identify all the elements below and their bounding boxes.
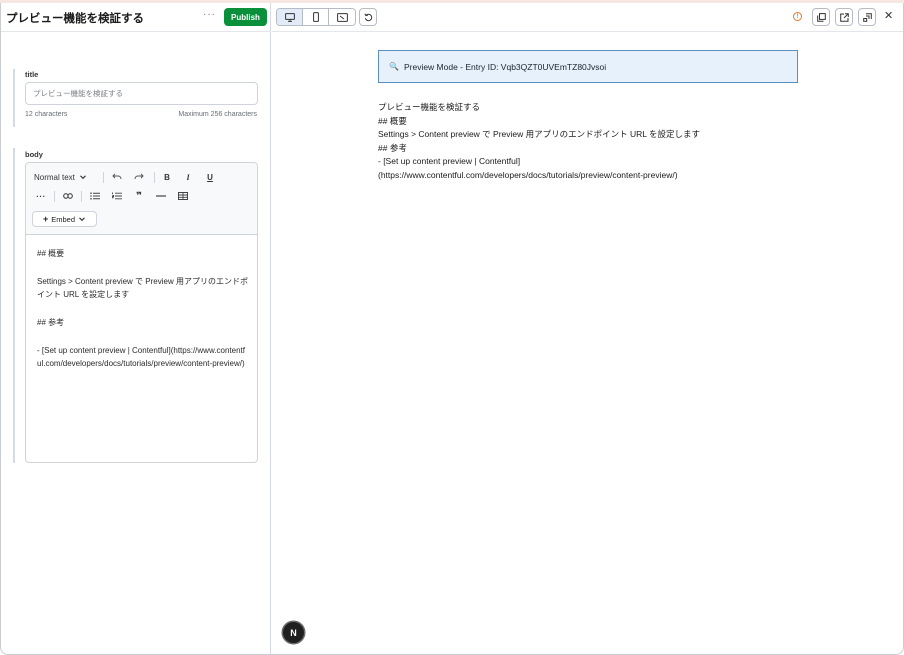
publish-button[interactable]: Publish [224, 8, 267, 26]
entry-header: プレビュー機能を検証する ··· Publish [0, 3, 271, 32]
tablet-rotate-icon[interactable] [329, 9, 355, 25]
toolbar-divider [81, 191, 82, 202]
duplicate-icon[interactable] [812, 8, 830, 26]
text-format-select[interactable]: Normal text [34, 170, 87, 184]
warning-icon[interactable]: ! [793, 12, 802, 21]
preview-line: - [Set up content preview | Contentful] [378, 156, 521, 167]
body-paragraph: ## 参考 [37, 317, 65, 327]
body-field-indicator [13, 148, 15, 463]
desktop-icon[interactable] [277, 9, 303, 25]
preview-line: ## 参考 [378, 142, 407, 153]
redo-icon[interactable] [132, 170, 146, 184]
toolbar-divider [54, 191, 55, 202]
toolbar-divider [154, 172, 155, 183]
bulleted-list-icon[interactable] [88, 189, 102, 203]
entry-editor-panel: プレビュー機能を検証する ··· Publish title プレビュー機能を検… [0, 3, 271, 655]
plus-icon: + [42, 214, 49, 224]
body-field-label: body [25, 150, 43, 159]
rich-text-content[interactable]: ## 概要 Settings > Content preview で Previ… [37, 247, 249, 385]
preview-mode-banner: 🔍 Preview Mode - Entry ID: Vqb3QZT0UVEmT… [378, 50, 798, 83]
undo-icon[interactable] [110, 170, 124, 184]
more-actions-button[interactable]: ··· [203, 9, 216, 20]
chevron-down-icon [80, 175, 86, 180]
preview-line: Settings > Content preview で Preview 用アプ… [378, 129, 701, 140]
text-format-label: Normal text [34, 172, 75, 182]
nextjs-dev-indicator-icon[interactable]: N [283, 622, 304, 643]
rich-text-editor: Normal text B I U ··· ❞ + Embed ## 概要 Se… [25, 162, 258, 463]
numbered-list-icon[interactable] [110, 189, 124, 203]
body-paragraph: ## 概要 [37, 249, 65, 258]
table-icon[interactable] [176, 189, 190, 203]
body-paragraph: Settings > Content preview で Preview 用アプ… [37, 276, 248, 300]
live-preview-panel: ! ✕ 🔍 Preview Mode - Entry ID: Vqb3QZT0U… [272, 3, 903, 654]
refresh-icon[interactable] [359, 8, 377, 26]
rich-text-toolbar: Normal text B I U ··· ❞ + Embed [26, 163, 257, 235]
preview-line: ## 概要 [378, 115, 407, 126]
mobile-icon[interactable] [303, 9, 329, 25]
external-link-icon[interactable] [835, 8, 853, 26]
preview-content: プレビュー機能を検証する ## 概要 Settings > Content pr… [378, 101, 818, 183]
search-icon: 🔍 [389, 62, 399, 71]
device-switcher [276, 8, 356, 26]
title-char-count: 12 characters [25, 111, 68, 118]
title-input[interactable]: プレビュー機能を検証する [25, 82, 258, 105]
entry-title: プレビュー機能を検証する [6, 13, 144, 25]
bold-icon[interactable]: B [160, 170, 174, 184]
preview-mode-text: Preview Mode - Entry ID: Vqb3QZT0UVEmTZ8… [403, 61, 607, 72]
body-paragraph: - [Set up content preview | Contentful](… [37, 345, 245, 369]
chevron-down-icon [79, 217, 85, 222]
dock-icon[interactable] [858, 8, 876, 26]
preview-line: プレビュー機能を検証する [378, 102, 481, 112]
embed-button-label: Embed [51, 214, 76, 224]
quote-icon[interactable]: ❞ [132, 189, 146, 203]
more-formatting-icon[interactable]: ··· [34, 189, 48, 203]
toolbar-divider [103, 172, 104, 183]
title-max-chars: Maximum 256 characters [178, 111, 257, 118]
horizontal-rule-icon[interactable] [154, 189, 168, 203]
preview-toolbar: ! ✕ [272, 3, 903, 32]
italic-icon[interactable]: I [181, 170, 195, 184]
close-icon[interactable]: ✕ [884, 9, 893, 22]
underline-icon[interactable]: U [203, 170, 217, 184]
title-field-label: title [25, 70, 39, 79]
title-field-indicator [13, 69, 15, 127]
link-icon[interactable] [61, 189, 75, 203]
preview-line: (https://www.contentful.com/developers/d… [378, 169, 678, 180]
embed-button[interactable]: + Embed [32, 211, 97, 227]
